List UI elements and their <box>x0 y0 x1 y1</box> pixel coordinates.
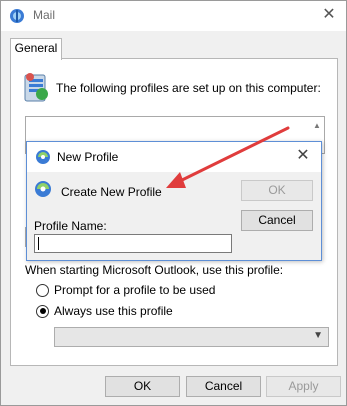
tab-general[interactable]: General <box>10 38 62 60</box>
outlook-profile-icon <box>36 150 50 164</box>
dialog-subtitle: Create New Profile <box>61 185 162 199</box>
dialog-cancel-button[interactable]: Cancel <box>241 210 313 231</box>
window-title: Mail <box>33 8 56 22</box>
radio-always-use-profile[interactable]: Always use this profile <box>36 303 173 319</box>
profiles-icon <box>24 73 48 102</box>
radio-label: Prompt for a profile to be used <box>54 283 216 297</box>
new-profile-dialog: New Profile ✕ Create New Profile OK Canc… <box>26 141 322 261</box>
dialog-title: New Profile <box>57 150 119 164</box>
scroll-up-icon[interactable]: ▲ <box>312 121 322 131</box>
mail-settings-icon <box>10 9 24 23</box>
startup-label: When starting Microsoft Outlook, use thi… <box>25 263 284 277</box>
radio-button[interactable] <box>36 283 49 297</box>
profile-name-input[interactable] <box>34 234 232 253</box>
close-icon[interactable]: ✕ <box>294 147 312 165</box>
title-bar: Mail ✕ <box>1 1 346 31</box>
profile-name-label: Profile Name: <box>34 219 107 233</box>
radio-label: Always use this profile <box>54 304 173 318</box>
radio-button-checked[interactable] <box>36 304 49 318</box>
profile-select[interactable]: ▼ <box>54 327 329 347</box>
close-icon[interactable]: ✕ <box>320 6 338 24</box>
ok-button[interactable]: OK <box>105 376 180 397</box>
text-caret <box>38 237 39 250</box>
cancel-button[interactable]: Cancel <box>186 376 261 397</box>
profiles-description: The following profiles are set up on thi… <box>56 81 321 95</box>
chevron-down-icon: ▼ <box>313 330 323 341</box>
apply-button[interactable]: Apply <box>266 376 341 397</box>
dialog-title-bar: New Profile ✕ <box>27 142 321 172</box>
dialog-ok-button[interactable]: OK <box>241 180 313 201</box>
radio-prompt-profile[interactable]: Prompt for a profile to be used <box>36 282 215 298</box>
create-profile-icon <box>35 181 51 197</box>
